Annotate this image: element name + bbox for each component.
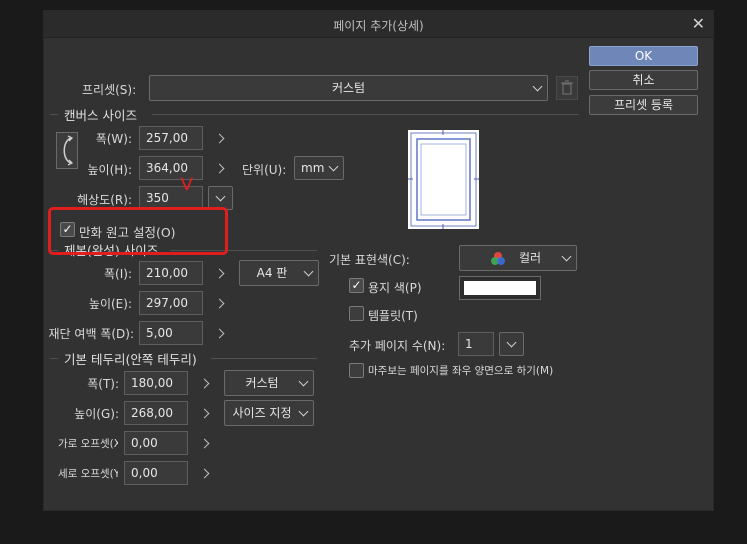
finish-width-input[interactable]: 210,00 — [139, 261, 203, 285]
color-circles-icon — [491, 252, 505, 265]
spread-label: 마주보는 페이지를 좌우 양면으로 하기(M) — [368, 365, 554, 377]
cancel-button[interactable]: 취소 — [589, 70, 698, 90]
section-divider — [50, 114, 58, 115]
preset-select[interactable]: 커스텀 — [149, 75, 548, 101]
chevron-down-icon — [298, 406, 309, 417]
paper-color-label: 용지 색(P) — [368, 281, 422, 295]
ok-button[interactable]: OK — [589, 46, 698, 66]
frame-width-input[interactable]: 180,00 — [124, 371, 188, 395]
offset-y-label: 세로 오프셋(Y — [58, 468, 118, 480]
paper-color-fill — [464, 281, 536, 295]
chevron-right-icon[interactable] — [199, 468, 210, 479]
swap-orientation-icon[interactable] — [56, 132, 78, 169]
chevron-right-icon[interactable] — [199, 378, 210, 389]
frame-height-input[interactable]: 268,00 — [124, 401, 188, 425]
chevron-down-icon — [506, 337, 516, 348]
dialog-title: 페이지 추가(상세) — [333, 19, 424, 33]
chevron-right-icon[interactable] — [214, 298, 225, 309]
add-pages-dropdown-button[interactable] — [499, 332, 524, 356]
trash-icon[interactable] — [556, 76, 578, 100]
frame-height-preset: 사이즈 지정 — [232, 406, 292, 420]
finish-preset-value: A4 판 — [256, 266, 288, 280]
resolution-label: 해상도(R): — [77, 193, 132, 207]
default-color-label: 기본 표현색(C): — [329, 253, 410, 267]
canvas-width-label: 폭(W): — [95, 132, 132, 146]
register-preset-button[interactable]: 프리셋 등록 — [589, 95, 698, 115]
default-frame-section: 기본 테두리(안쪽 테두리) — [64, 352, 197, 367]
color-mode-select[interactable]: 컬러 — [459, 245, 577, 271]
chevron-down-icon — [215, 191, 225, 202]
chevron-down-icon — [561, 251, 572, 262]
paper-color-checkbox[interactable]: ✓ — [349, 278, 364, 293]
preset-label: 프리셋(S): — [82, 83, 137, 97]
add-page-dialog: 페이지 추가(상세) ✕ OK 취소 프리셋 등록 프리셋(S): 커스텀 캔버… — [43, 10, 714, 511]
bleed-width-input[interactable]: 5,00 — [139, 321, 203, 345]
add-pages-label: 추가 페이지 수(N): — [349, 339, 446, 353]
chevron-down-icon — [532, 81, 543, 92]
bleed-width-label: 재단 여백 폭(D): — [48, 327, 134, 341]
finish-height-input[interactable]: 297,00 — [139, 291, 203, 315]
chevron-right-icon[interactable] — [214, 328, 225, 339]
add-pages-input[interactable]: 1 — [458, 332, 494, 356]
template-label: 템플릿(T) — [368, 309, 418, 323]
paper-color-swatch[interactable] — [459, 276, 541, 300]
template-checkbox[interactable]: ✓ — [349, 306, 364, 321]
canvas-size-section: 캔버스 사이즈 — [64, 108, 137, 123]
chevron-down-icon — [303, 266, 314, 277]
chevron-down-icon — [298, 376, 309, 387]
chevron-right-icon[interactable] — [214, 133, 225, 144]
chevron-right-icon[interactable] — [214, 268, 225, 279]
page-preview — [408, 130, 479, 229]
frame-height-select[interactable]: 사이즈 지정 — [224, 400, 314, 426]
highlight-annotation — [48, 207, 228, 255]
section-divider — [152, 114, 579, 115]
unit-select[interactable]: mm — [294, 156, 344, 180]
chevron-right-icon[interactable] — [214, 163, 225, 174]
finish-preset-select[interactable]: A4 판 — [239, 260, 319, 286]
preset-value: 커스텀 — [331, 81, 366, 95]
section-divider — [211, 358, 317, 359]
unit-label: 단위(U): — [242, 163, 287, 177]
finish-width-label: 폭(I): — [104, 267, 132, 281]
frame-width-select[interactable]: 커스텀 — [224, 370, 314, 396]
canvas-height-label: 높이(H): — [87, 163, 132, 177]
close-icon[interactable]: ✕ — [692, 14, 705, 33]
finish-height-label: 높이(E): — [88, 297, 132, 311]
offset-x-label: 가로 오프셋(X — [58, 438, 118, 450]
checkmark-annotation: V — [180, 175, 194, 195]
frame-width-label: 폭(T): — [87, 377, 119, 391]
chevron-right-icon[interactable] — [199, 438, 210, 449]
offset-y-input[interactable]: 0,00 — [124, 461, 188, 485]
title-bar: 페이지 추가(상세) ✕ — [44, 11, 713, 38]
offset-x-input[interactable]: 0,00 — [124, 431, 188, 455]
frame-height-label: 높이(G): — [74, 407, 119, 421]
chevron-right-icon[interactable] — [199, 408, 210, 419]
unit-value: mm — [301, 161, 325, 175]
chevron-down-icon — [328, 161, 339, 172]
spread-checkbox[interactable]: ✓ — [349, 363, 364, 378]
frame-width-preset: 커스텀 — [245, 376, 279, 390]
section-divider — [50, 358, 58, 359]
canvas-width-input[interactable]: 257,00 — [139, 126, 203, 150]
